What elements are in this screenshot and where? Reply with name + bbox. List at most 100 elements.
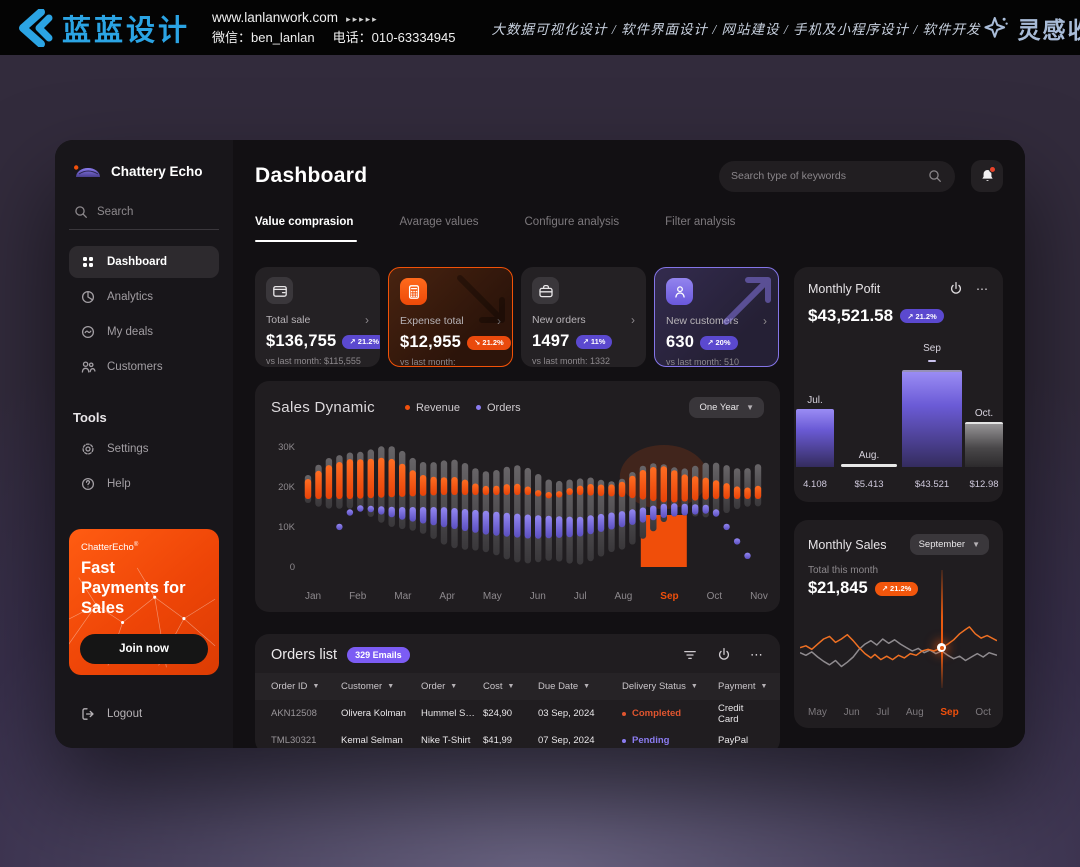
sidebar-item-label: Customers bbox=[107, 361, 163, 373]
chevron-right-icon[interactable]: › bbox=[763, 314, 767, 328]
sidebar-item-my-deals[interactable]: My deals bbox=[69, 316, 219, 348]
order-product: Hummel S… bbox=[421, 708, 483, 719]
y-axis-tick: 0 bbox=[269, 562, 295, 573]
promo-card[interactable]: ChatterEcho® Fast Payments for Sales Joi… bbox=[69, 529, 219, 675]
x-axis-months: JanFebMarAprMayJunJulAugSepOctNov bbox=[305, 591, 768, 602]
month-label-aug: Aug bbox=[906, 707, 924, 718]
export-icon[interactable] bbox=[948, 281, 964, 297]
y-axis-tick: 10K bbox=[269, 522, 295, 533]
sidebar-item-label: Settings bbox=[107, 443, 149, 455]
column-header-cost[interactable]: Cost▼ bbox=[483, 681, 538, 692]
monthly-profit-value: $43,521.58 bbox=[808, 306, 893, 326]
sidebar-tool-help[interactable]: Help bbox=[69, 468, 219, 500]
range-select[interactable]: One Year▼ bbox=[689, 397, 764, 418]
pie-icon bbox=[80, 289, 96, 305]
more-icon[interactable]: ⋯ bbox=[976, 282, 989, 296]
sort-caret-icon: ▼ bbox=[508, 683, 515, 690]
month-label-feb: Feb bbox=[349, 591, 366, 602]
search-icon[interactable] bbox=[927, 168, 943, 184]
chevron-right-icon[interactable]: › bbox=[631, 313, 635, 327]
sidebar-item-customers[interactable]: Customers bbox=[69, 351, 219, 383]
stat-value: $12,955 bbox=[400, 333, 461, 352]
column-header-order[interactable]: Order▼ bbox=[421, 681, 483, 692]
order-row[interactable]: TML30321Kemal SelmanNike T-Shirt$41,9907… bbox=[255, 727, 780, 748]
stat-card-total-sale[interactable]: Total sale›$136,755↗ 21.2%vs last month:… bbox=[255, 267, 380, 367]
profit-bar-chart: Jul.Aug.SepOct. bbox=[794, 267, 1003, 467]
sidebar-item-label: Dashboard bbox=[107, 256, 167, 268]
tab-configure-analysis[interactable]: Configure analysis bbox=[525, 216, 620, 228]
column-header-customer[interactable]: Customer▼ bbox=[341, 681, 421, 692]
month-label-oct: Oct bbox=[707, 591, 723, 602]
chevron-down-icon: ▼ bbox=[746, 403, 754, 412]
monthly-sales-title: Monthly Sales bbox=[808, 538, 887, 552]
profit-bar-value: $43.521 bbox=[902, 479, 962, 490]
order-payment: PayPal bbox=[718, 735, 764, 746]
sales-dynamic-panel: Sales Dynamic RevenueOrders One Year▼ 30… bbox=[255, 381, 780, 612]
stat-title: New orders bbox=[532, 314, 586, 326]
tab-avarage-values[interactable]: Avarage values bbox=[399, 216, 478, 228]
month-select[interactable]: September▼ bbox=[910, 534, 989, 555]
sidebar-tools: Settings Help bbox=[69, 433, 219, 503]
profit-bar-value: $12.98 bbox=[965, 479, 1003, 490]
sidebar-nav: Dashboard Analytics My deals Customers bbox=[69, 246, 219, 386]
help-icon bbox=[80, 476, 96, 492]
column-header-due-date[interactable]: Due Date▼ bbox=[538, 681, 622, 692]
sidebar-item-analytics[interactable]: Analytics bbox=[69, 281, 219, 313]
header-search-input[interactable] bbox=[731, 170, 927, 182]
logout-icon bbox=[80, 706, 96, 722]
page-title: Dashboard bbox=[255, 164, 367, 188]
profit-bar-sep bbox=[902, 370, 962, 467]
sidebar-item-label: My deals bbox=[107, 326, 153, 338]
stat-card-expense-total[interactable]: Expense total›$12,955↘ 21.2%vs last mont… bbox=[388, 267, 513, 367]
legend-dot bbox=[405, 405, 410, 410]
order-id: TML30321 bbox=[271, 735, 341, 746]
notification-badge bbox=[989, 166, 996, 173]
calculator-icon bbox=[400, 278, 427, 305]
sort-caret-icon: ▼ bbox=[312, 683, 319, 690]
trend-badge: ↗ 21.2% bbox=[875, 582, 919, 596]
desktop-background: Chattery Echo DashboardAnalyticsMy deals… bbox=[0, 55, 1080, 867]
stat-card-new-orders[interactable]: New orders›1497↗ 11%vs last month: 1332 bbox=[521, 267, 646, 367]
order-product: Nike T-Shirt bbox=[421, 735, 483, 746]
column-header-delivery-status[interactable]: Delivery Status▼ bbox=[622, 681, 718, 692]
sidebar: Chattery Echo DashboardAnalyticsMy deals… bbox=[55, 140, 233, 748]
sort-caret-icon: ▼ bbox=[450, 683, 457, 690]
month-label-nov: Nov bbox=[750, 591, 768, 602]
legend-orders[interactable]: Orders bbox=[476, 402, 521, 414]
monthly-profit-title: Monthly Pofit bbox=[808, 282, 880, 296]
chevron-right-icon[interactable]: › bbox=[497, 314, 501, 328]
month-label-jul: Jul bbox=[876, 707, 889, 718]
orders-header-row: Order ID▼Customer▼Order▼Cost▼Due Date▼De… bbox=[255, 673, 780, 700]
tab-value-comprasion[interactable]: Value comprasion bbox=[255, 216, 353, 228]
monthly-sales-value: $21,845 bbox=[808, 579, 868, 598]
sidebar-item-dashboard[interactable]: Dashboard bbox=[69, 246, 219, 278]
stat-title: Expense total bbox=[400, 315, 464, 327]
tab-bar: Value comprasion Avarage values Configure … bbox=[255, 216, 1003, 228]
order-row[interactable]: AKN12508Olivera KolmanHummel S…$24,9003 … bbox=[255, 700, 780, 727]
stat-value: 630 bbox=[666, 333, 694, 352]
stat-card-new-customers[interactable]: New customers›630↗ 20%vs last month: 510 bbox=[654, 267, 779, 367]
order-customer: Olivera Kolman bbox=[341, 708, 421, 719]
month-label-mar: Mar bbox=[394, 591, 411, 602]
logout-button[interactable]: Logout bbox=[69, 700, 219, 728]
filter-icon[interactable] bbox=[682, 647, 698, 663]
column-header-order-id[interactable]: Order ID▼ bbox=[271, 681, 341, 692]
sidebar-search[interactable] bbox=[69, 204, 219, 230]
sidebar-search-input[interactable] bbox=[97, 206, 197, 218]
sort-caret-icon: ▼ bbox=[761, 683, 768, 690]
column-header-payment[interactable]: Payment▼ bbox=[718, 681, 767, 692]
deals-icon bbox=[80, 324, 96, 340]
chart-legend: Revenue Orders bbox=[405, 402, 521, 414]
tab-filter-analysis[interactable]: Filter analysis bbox=[665, 216, 735, 228]
stat-value: $136,755 bbox=[266, 332, 336, 351]
header-search[interactable] bbox=[719, 161, 955, 192]
more-icon[interactable]: ⋯ bbox=[750, 647, 764, 663]
order-customer: Kemal Selman bbox=[341, 735, 421, 746]
banner-url: www.lanlanwork.com bbox=[212, 10, 338, 25]
join-now-button[interactable]: Join now bbox=[80, 634, 208, 664]
chevron-right-icon[interactable]: › bbox=[365, 313, 369, 327]
notifications-button[interactable] bbox=[971, 160, 1003, 192]
sidebar-tool-settings[interactable]: Settings bbox=[69, 433, 219, 465]
export-icon[interactable] bbox=[716, 647, 732, 663]
legend-revenue[interactable]: Revenue bbox=[405, 402, 460, 414]
